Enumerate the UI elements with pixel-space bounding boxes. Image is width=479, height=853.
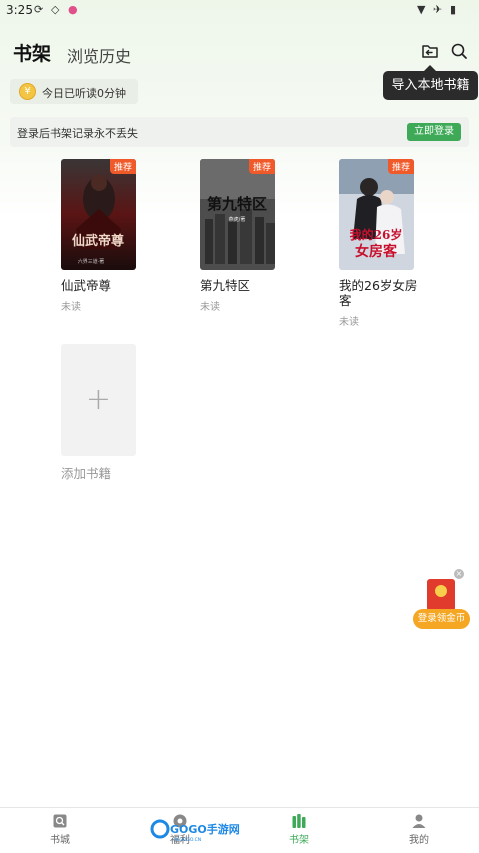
- book-title: 仙武帝尊: [61, 278, 112, 293]
- recommend-badge: 推荐: [109, 159, 136, 174]
- cover-title-text-line2: 女房客: [355, 243, 398, 260]
- book-read-status: 未读: [200, 302, 220, 313]
- cover-title-text-line1: 我的26岁: [350, 227, 403, 242]
- nav-label: 书城: [50, 835, 70, 846]
- sync-icon: ⟳: [34, 3, 44, 16]
- cover-title-text: 仙武帝尊: [72, 233, 124, 249]
- add-book-button[interactable]: +: [61, 344, 136, 456]
- login-banner: 登录后书架记录永不丢失 立即登录: [10, 117, 469, 147]
- import-local-book-tooltip: 导入本地书籍: [383, 65, 478, 100]
- login-get-coins-button[interactable]: 登录领金币: [413, 609, 470, 629]
- nav-label: 我的: [409, 835, 429, 846]
- search-icon[interactable]: [450, 42, 468, 60]
- reading-time-text: 今日已听读0分钟: [42, 87, 126, 100]
- wifi-icon: ▼: [417, 3, 426, 16]
- book-city-icon: [53, 814, 67, 828]
- user-icon: [412, 814, 426, 828]
- battery-icon: ▮: [450, 3, 457, 16]
- close-icon[interactable]: ×: [454, 569, 464, 579]
- cube-icon: ◇: [51, 3, 60, 16]
- cover-author-text: 六界三道·著: [78, 258, 105, 265]
- watermark-brand-text: GOGO手游网: [170, 822, 240, 836]
- book-cover[interactable]: 仙武帝尊 六界三道·著 推荐: [61, 159, 136, 270]
- book-cover-art: 我的26岁 女房客: [339, 159, 414, 270]
- recommend-badge: 推荐: [387, 159, 414, 174]
- book-read-status: 未读: [61, 302, 81, 313]
- bookshelf-icon: [292, 814, 306, 828]
- plus-icon: +: [85, 382, 112, 417]
- add-book-label: 添加书籍: [61, 466, 112, 481]
- book-item[interactable]: 我的26岁 女房客 推荐 我的26岁女房客 未读: [339, 159, 439, 328]
- book-title: 我的26岁女房客: [339, 278, 418, 308]
- book-cover-art: 第九特区 燕虎/著: [200, 159, 275, 270]
- book-cover[interactable]: 第九特区 燕虎/著 推荐: [200, 159, 275, 270]
- import-local-book-icon[interactable]: [421, 42, 439, 60]
- packet-coin-icon: [435, 585, 447, 597]
- app-notification-icon: ●: [68, 3, 78, 16]
- nav-bookshelf[interactable]: 书架: [259, 808, 339, 853]
- coin-icon: ¥: [19, 83, 36, 100]
- recommend-badge: 推荐: [248, 159, 275, 174]
- watermark-url-text: W.GOGO.CN: [174, 837, 201, 843]
- watermark-logo: GOGO手游网 W.GOGO.CN: [150, 819, 240, 843]
- tab-browse-history[interactable]: 浏览历史: [67, 43, 131, 67]
- airplane-mode-icon: ✈: [433, 3, 443, 16]
- book-cover-art: 仙武帝尊 六界三道·著: [61, 159, 136, 270]
- tab-bookshelf[interactable]: 书架: [13, 39, 51, 66]
- nav-label: 书架: [289, 835, 309, 846]
- status-time: 3:25: [6, 3, 33, 17]
- reading-time-pill: ¥ 今日已听读0分钟: [10, 79, 138, 104]
- nav-mine[interactable]: 我的: [379, 808, 459, 853]
- book-title: 第九特区: [200, 278, 251, 293]
- book-item[interactable]: 第九特区 燕虎/著 推荐 第九特区 未读: [200, 159, 300, 313]
- nav-book-city[interactable]: 书城: [20, 808, 100, 853]
- book-read-status: 未读: [339, 317, 359, 328]
- status-bar: 3:25 ⟳ ◇ ● ▼ ✈ ▮: [0, 0, 479, 20]
- login-now-button[interactable]: 立即登录: [407, 123, 461, 141]
- login-banner-text: 登录后书架记录永不丢失: [17, 127, 138, 140]
- red-packet-icon[interactable]: [427, 579, 455, 611]
- book-cover[interactable]: 我的26岁 女房客 推荐: [339, 159, 414, 270]
- cover-title-text: 第九特区: [207, 195, 267, 213]
- book-item[interactable]: 仙武帝尊 六界三道·著 推荐 仙武帝尊 未读: [61, 159, 161, 313]
- cover-author-text: 燕虎/著: [229, 216, 246, 223]
